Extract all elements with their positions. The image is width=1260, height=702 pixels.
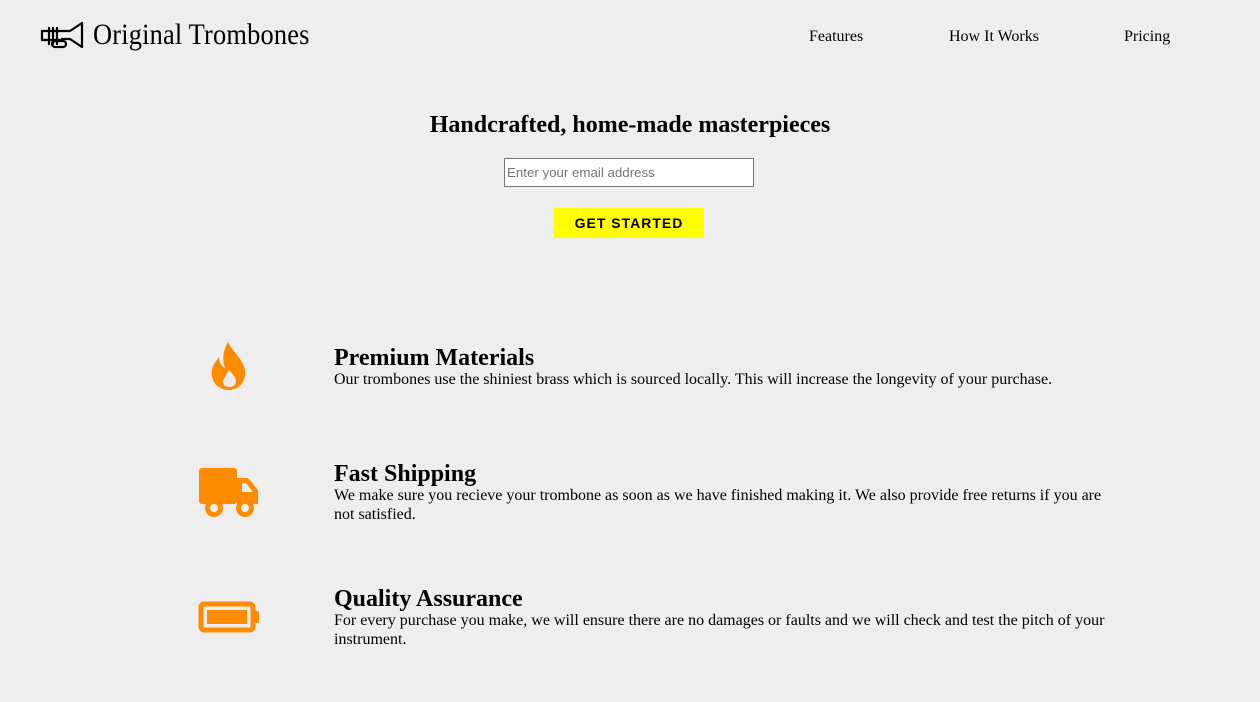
- feature-description: Our trombones use the shiniest brass whi…: [334, 371, 1053, 388]
- email-input[interactable]: [504, 158, 754, 187]
- fire-icon: [211, 342, 246, 390]
- battery-icon: [198, 601, 259, 633]
- feature-title: Fast Shipping: [334, 461, 477, 487]
- nav-link-pricing[interactable]: Pricing: [1124, 27, 1170, 47]
- hero-title: Handcrafted, home-made masterpieces: [429, 112, 831, 138]
- main-nav: Features How It Works Pricing: [0, 27, 1260, 47]
- truck-icon: [199, 468, 258, 517]
- site-header: Original Trombones Features How It Works…: [0, 0, 1260, 72]
- get-started-button[interactable]: GET STARTED: [554, 208, 704, 238]
- nav-link-features[interactable]: Features: [809, 27, 863, 47]
- feature-title: Quality Assurance: [334, 586, 523, 612]
- feature-description: We make sure you recieve your trombone a…: [334, 487, 1102, 523]
- feature-description: For every purchase you make, we will ens…: [334, 612, 1105, 648]
- feature-title: Premium Materials: [334, 345, 535, 371]
- nav-link-how-it-works[interactable]: How It Works: [949, 27, 1039, 47]
